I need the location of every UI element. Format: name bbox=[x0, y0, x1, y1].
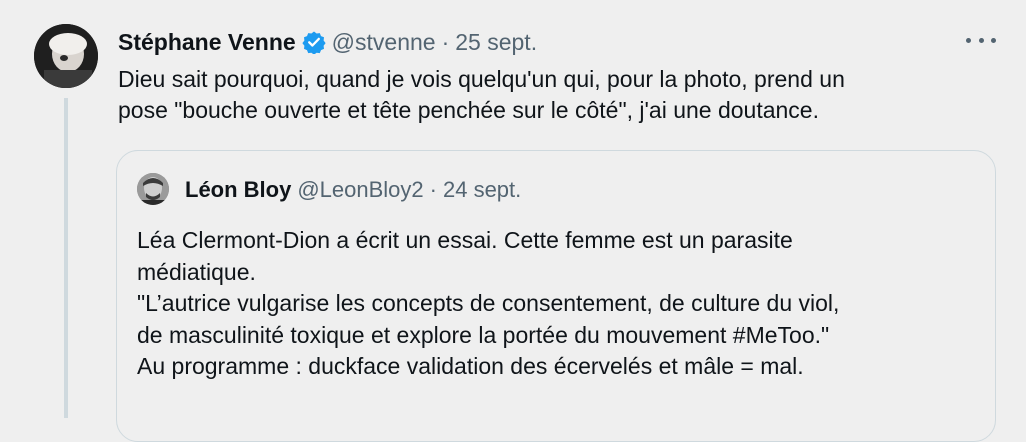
quoted-author-name[interactable]: Léon Bloy bbox=[185, 177, 291, 203]
quoted-text-line: Léa Clermont-Dion a écrit un essai. Cett… bbox=[137, 227, 793, 253]
quoted-tweet-header: Léon Bloy @LeonBloy2 · 24 sept. bbox=[185, 177, 521, 203]
thread-connector-line bbox=[64, 98, 68, 418]
quoted-author-avatar[interactable] bbox=[137, 173, 169, 205]
tweet[interactable]: Stéphane Venne @stvenne · 25 sept. Dieu … bbox=[0, 0, 1026, 442]
tweet-text-line: Dieu sait pourquoi, quand je vois quelqu… bbox=[118, 66, 845, 92]
verified-badge-icon bbox=[302, 30, 326, 55]
author-handle[interactable]: @stvenne bbox=[332, 29, 436, 56]
quoted-tweet-date[interactable]: 24 sept. bbox=[443, 177, 521, 203]
author-avatar[interactable] bbox=[34, 24, 98, 88]
quoted-author-photo bbox=[137, 173, 169, 205]
author-photo bbox=[34, 24, 98, 88]
separator-dot: · bbox=[429, 177, 437, 202]
author-name[interactable]: Stéphane Venne bbox=[118, 29, 296, 56]
tweet-date[interactable]: 25 sept. bbox=[455, 29, 537, 56]
quoted-text-line: de masculinité toxique et explore la por… bbox=[137, 321, 830, 348]
quoted-tweet[interactable]: Léon Bloy @LeonBloy2 · 24 sept. Léa Cler… bbox=[116, 150, 996, 442]
quoted-text-line: médiatique. bbox=[137, 258, 256, 285]
quoted-text-line: Au programme : duckface validation des é… bbox=[137, 353, 804, 379]
tweet-text-line: pose "bouche ouverte et tête penchée sur… bbox=[118, 97, 819, 123]
quoted-author-handle[interactable]: @LeonBloy2 bbox=[297, 177, 423, 203]
quoted-text-line: "L’autrice vulgarise les concepts de con… bbox=[137, 290, 840, 316]
tweet-text: Dieu sait pourquoi, quand je vois quelqu… bbox=[118, 64, 988, 126]
quoted-tweet-text: Léa Clermont-Dion a écrit un essai. Cett… bbox=[137, 225, 977, 383]
tweet-header: Stéphane Venne @stvenne · 25 sept. bbox=[118, 26, 537, 58]
more-horizontal-icon[interactable] bbox=[966, 30, 996, 50]
separator-dot: · bbox=[441, 28, 450, 55]
